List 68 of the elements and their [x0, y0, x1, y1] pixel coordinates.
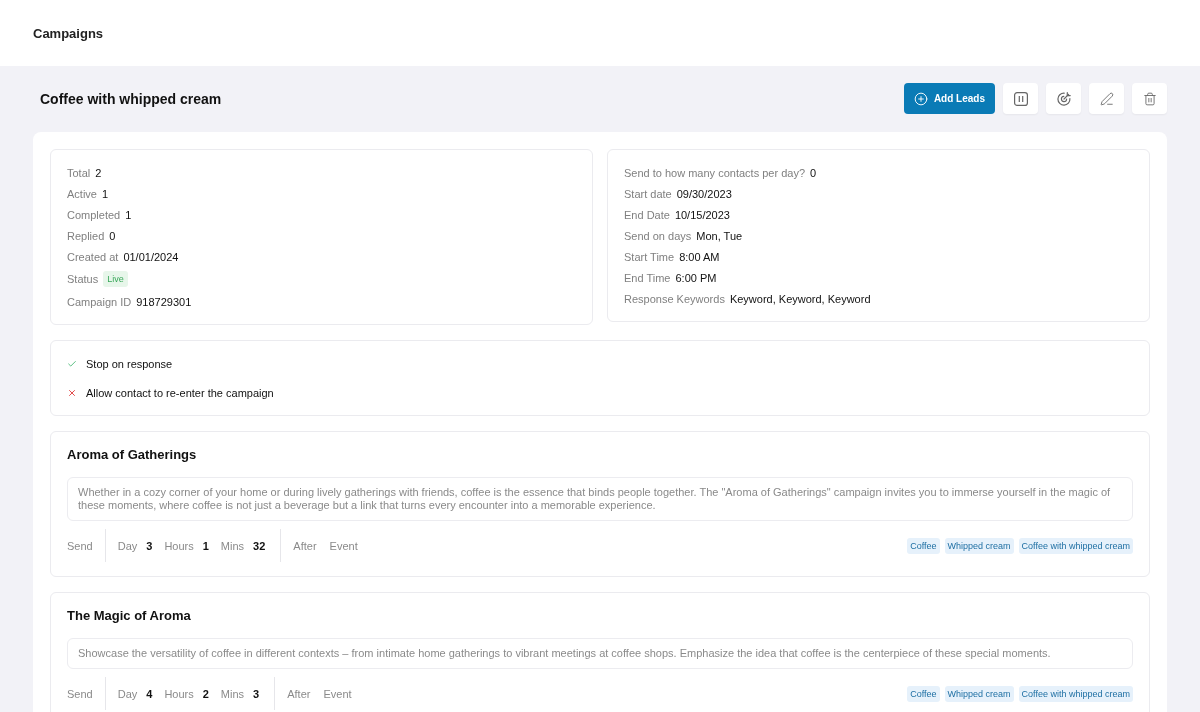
delay-value: 4: [146, 687, 153, 700]
delay-unit: Day: [117, 687, 138, 700]
tag: Coffee: [907, 685, 940, 702]
field-label: Total: [67, 166, 91, 179]
field-label: Status: [67, 273, 99, 285]
after-label: After: [287, 687, 311, 700]
field-label: Send on days: [624, 229, 692, 242]
field-label: Send to how many contacts per day?: [624, 166, 805, 179]
delay-unit: Day: [117, 539, 138, 552]
delay-value: 3: [253, 687, 260, 700]
option-label: Allow contact to re-enter the campaign: [86, 386, 274, 399]
campaign-title: Coffee with whipped cream: [40, 90, 222, 107]
page-title: Campaigns: [33, 25, 104, 41]
field-value: 10/15/2023: [674, 208, 730, 221]
delay-value: 32: [253, 539, 266, 552]
pause-icon: [1013, 91, 1028, 106]
field-label: Start date: [624, 187, 672, 200]
field-label: Completed: [67, 208, 121, 221]
field-value: 0: [109, 229, 116, 242]
tag: Coffee with whipped cream: [1018, 685, 1133, 702]
field-value: 09/30/2023: [676, 187, 732, 200]
field-value: 0: [810, 166, 817, 179]
field-value: 1: [101, 187, 109, 200]
pause-button[interactable]: [1003, 83, 1038, 114]
field-label: End Date: [624, 208, 670, 221]
target-button[interactable]: [1046, 83, 1081, 114]
field-value: Keyword, Keyword, Keyword: [729, 292, 871, 305]
step-title: The Magic of Aroma: [67, 608, 192, 624]
field-value: 2: [95, 166, 102, 179]
delay-unit: Mins: [220, 539, 245, 552]
add-leads-button[interactable]: Add Leads: [903, 83, 995, 114]
field-value: 8:00 AM: [679, 250, 720, 263]
field-label: Active: [67, 187, 97, 200]
description-box: Showcase the versatility of coffee in different contexts – from intimate home gatherings to vibrant meetings at coffee shops. Emphasize the idea that coffee is the centerpiece of these special moments.: [67, 638, 1133, 669]
send-label: Send: [67, 687, 93, 700]
trash-icon: [1142, 91, 1157, 106]
field-value: 01/01/2024: [123, 250, 179, 263]
field-label: Replied: [67, 229, 105, 242]
status-badge: Live: [103, 271, 128, 287]
after-label: After: [293, 539, 317, 552]
delay-value: 1: [202, 539, 209, 552]
field-value: 918729301: [136, 295, 192, 308]
event-label: Event: [323, 687, 352, 700]
description-box: Whether in a cozy corner of your home or during lively gatherings with friends, coffee is the essence that binds people together. The "Aroma of Gatherings" campaign invites you to immerse yourself in the magic of these moments, where coffee is not just a beverage but a link that turns every encounter into a memorable experience.: [67, 477, 1133, 521]
plus-circle-icon: [913, 91, 928, 106]
field-label: End Time: [624, 271, 671, 284]
tag: Coffee: [907, 537, 940, 554]
delay-unit: Hours: [164, 687, 194, 700]
event-label: Event: [329, 539, 358, 552]
delay-unit: Hours: [164, 539, 194, 552]
send-label: Send: [67, 539, 93, 552]
field-value: Mon, Tue: [696, 229, 743, 242]
field-label: Response Keywords: [624, 292, 725, 305]
target-icon: [1056, 91, 1071, 106]
tag: Whipped cream: [944, 537, 1014, 554]
tag: Coffee with whipped cream: [1018, 537, 1133, 554]
delay-unit: Mins: [220, 687, 245, 700]
pencil-icon: [1099, 91, 1114, 106]
field-label: Start Time: [624, 250, 675, 263]
option-label: Stop on response: [86, 357, 173, 370]
step-title: Aroma of Gatherings: [67, 447, 198, 463]
field-label: Campaign ID: [67, 295, 132, 308]
delay-value: 2: [202, 687, 209, 700]
field-label: Created at: [67, 250, 119, 263]
field-value: 1: [125, 208, 132, 221]
field-value: 6:00 PM: [675, 271, 717, 284]
tag: Whipped cream: [944, 685, 1014, 702]
delay-value: 3: [146, 539, 153, 552]
